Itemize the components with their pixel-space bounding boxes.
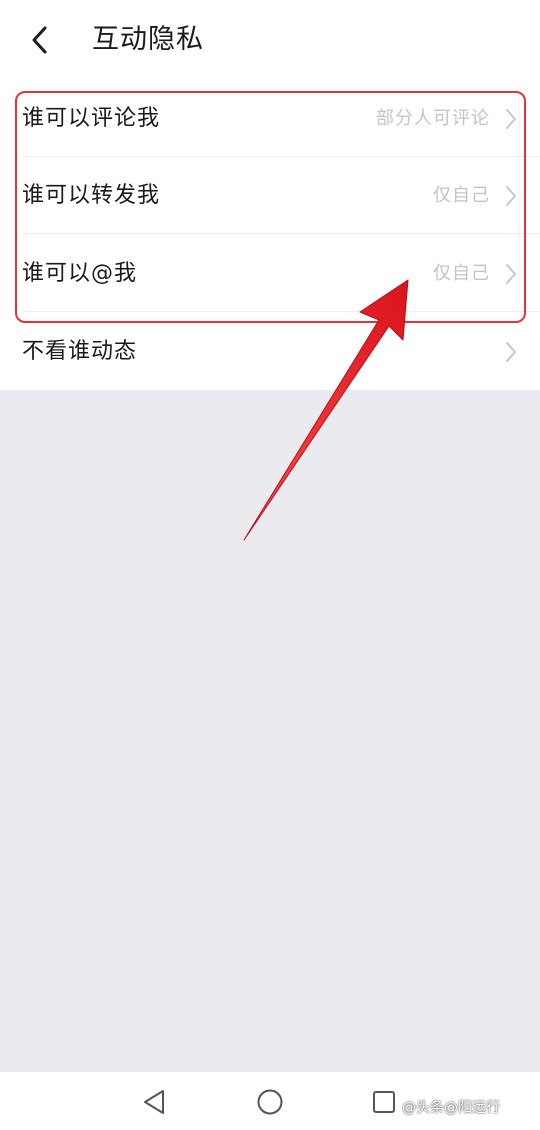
square-recent-icon bbox=[373, 1091, 395, 1113]
settings-list: 谁可以评论我 部分人可评论 谁可以转发我 仅自己 谁可以@我 仅自己 不看谁动态 bbox=[0, 80, 540, 390]
row-label: 谁可以评论我 bbox=[22, 106, 161, 131]
row-label: 不看谁动态 bbox=[22, 339, 138, 364]
chevron-right-icon bbox=[506, 186, 516, 206]
row-label: 谁可以@我 bbox=[22, 261, 138, 286]
chevron-left-icon bbox=[32, 26, 47, 54]
nav-home-button[interactable] bbox=[252, 1084, 288, 1120]
chevron-right-icon bbox=[506, 109, 516, 129]
back-button[interactable] bbox=[22, 18, 58, 62]
chevron-right-icon bbox=[506, 264, 516, 284]
row-who-can-comment[interactable]: 谁可以评论我 部分人可评论 bbox=[0, 80, 540, 157]
circle-home-icon bbox=[257, 1089, 283, 1115]
divider bbox=[22, 311, 540, 312]
row-value: 仅自己 bbox=[433, 185, 490, 206]
watermark-text: @头条@阳远行 bbox=[402, 1100, 500, 1116]
row-hide-feeds[interactable]: 不看谁动态 bbox=[0, 313, 540, 390]
row-label: 谁可以转发我 bbox=[22, 183, 161, 208]
row-who-can-mention[interactable]: 谁可以@我 仅自己 bbox=[0, 235, 540, 312]
row-value: 仅自己 bbox=[433, 263, 490, 284]
nav-back-button[interactable] bbox=[136, 1084, 172, 1120]
chevron-right-icon bbox=[506, 342, 516, 362]
row-who-can-repost[interactable]: 谁可以转发我 仅自己 bbox=[0, 157, 540, 234]
divider bbox=[22, 233, 540, 234]
row-value: 部分人可评论 bbox=[376, 108, 490, 129]
app-header: 互动隐私 bbox=[0, 0, 540, 80]
page-title: 互动隐私 bbox=[92, 24, 204, 55]
triangle-back-icon bbox=[144, 1090, 164, 1114]
nav-recent-button[interactable] bbox=[366, 1084, 402, 1120]
